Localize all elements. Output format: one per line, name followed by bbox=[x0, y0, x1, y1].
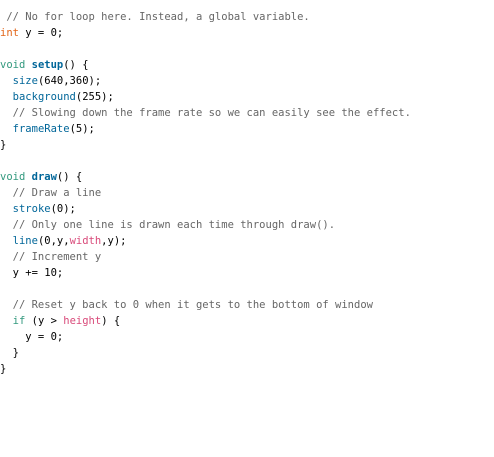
code-editor[interactable]: // No for loop here. Instead, a global v… bbox=[0, 9, 494, 377]
code-token: } bbox=[0, 347, 19, 359]
code-token: height bbox=[63, 315, 102, 327]
code-line: int y = 0; bbox=[0, 25, 494, 41]
code-token: line bbox=[12, 235, 38, 247]
code-token: stroke bbox=[12, 203, 51, 215]
code-token: ,y); bbox=[101, 235, 127, 247]
code-comment: // No for loop here. Instead, a global v… bbox=[0, 11, 310, 23]
code-token: draw bbox=[31, 171, 57, 183]
code-token: y = 0; bbox=[0, 331, 64, 343]
code-line: } bbox=[0, 361, 494, 377]
code-token: setup bbox=[31, 59, 64, 71]
code-line: stroke(0); bbox=[0, 201, 494, 217]
code-token: background bbox=[12, 91, 76, 103]
code-line: // No for loop here. Instead, a global v… bbox=[0, 9, 494, 25]
code-token: y += 10; bbox=[0, 267, 64, 279]
code-line: frameRate(5); bbox=[0, 121, 494, 137]
code-line: y += 10; bbox=[0, 265, 494, 281]
code-comment: // Only one line is drawn each time thro… bbox=[0, 219, 336, 231]
code-line: // Slowing down the frame rate so we can… bbox=[0, 105, 494, 121]
code-line: } bbox=[0, 137, 494, 153]
code-comment: // Increment y bbox=[0, 251, 102, 263]
code-token: (0,y, bbox=[37, 235, 70, 247]
code-line: line(0,y,width,y); bbox=[0, 233, 494, 249]
code-token: () { bbox=[56, 171, 83, 183]
code-token: void bbox=[0, 59, 26, 71]
code-line: // Reset y back to 0 when it gets to the… bbox=[0, 297, 494, 313]
code-token: size bbox=[12, 75, 38, 87]
code-comment: // Reset y back to 0 when it gets to the… bbox=[0, 299, 373, 311]
code-line: // Only one line is drawn each time thro… bbox=[0, 217, 494, 233]
code-token: (0); bbox=[50, 203, 76, 215]
code-token: } bbox=[0, 139, 7, 151]
code-comment: // Slowing down the frame rate so we can… bbox=[0, 107, 411, 119]
code-token: y = 0; bbox=[18, 27, 64, 39]
code-token: (255); bbox=[75, 91, 114, 103]
code-comment: // Draw a line bbox=[0, 187, 102, 199]
code-token: if bbox=[12, 315, 26, 327]
code-line: // Draw a line bbox=[0, 185, 494, 201]
code-line: y = 0; bbox=[0, 329, 494, 345]
code-token: () { bbox=[63, 59, 89, 71]
code-token: (5); bbox=[69, 123, 95, 135]
code-token: (y > bbox=[25, 315, 64, 327]
code-line: if (y > height) { bbox=[0, 313, 494, 329]
code-line: void setup() { bbox=[0, 57, 494, 73]
code-token: void bbox=[0, 171, 26, 183]
code-token: int bbox=[0, 27, 19, 39]
code-token: width bbox=[69, 235, 102, 247]
code-token: ) { bbox=[101, 315, 121, 327]
code-line: } bbox=[0, 345, 494, 361]
code-line: void draw() { bbox=[0, 169, 494, 185]
code-token: (640,360); bbox=[37, 75, 102, 87]
code-token: frameRate bbox=[12, 123, 70, 135]
code-line: background(255); bbox=[0, 89, 494, 105]
code-line: size(640,360); bbox=[0, 73, 494, 89]
code-line: // Increment y bbox=[0, 249, 494, 265]
code-token: } bbox=[0, 363, 7, 375]
